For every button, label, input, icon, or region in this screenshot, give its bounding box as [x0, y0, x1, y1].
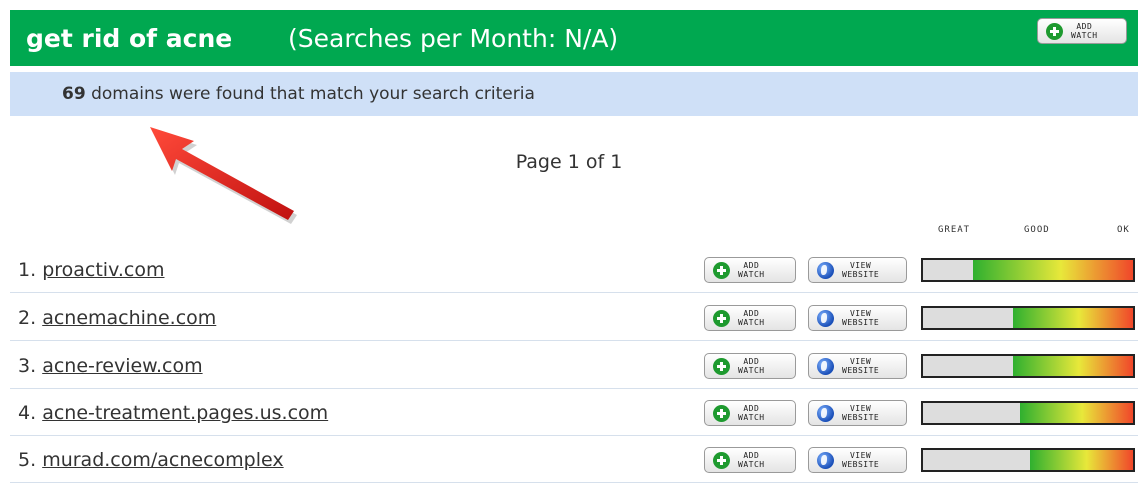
table-row: 1. proactiv.com ADD WATCH VIEW WEBSITE: [10, 246, 1138, 293]
add-label: ADD: [743, 357, 760, 366]
rating-meter-fill: [1013, 308, 1133, 328]
rating-meter: [921, 401, 1135, 425]
watch-label: WATCH: [738, 460, 765, 469]
rating-meter-fill: [1019, 403, 1133, 423]
add-watch-button[interactable]: ADD WATCH: [704, 257, 796, 283]
view-website-button[interactable]: VIEW WEBSITE: [808, 353, 907, 379]
keyword-title: get rid of acne: [26, 24, 233, 53]
header-add-watch-button[interactable]: ADD WATCH: [1037, 18, 1127, 44]
globe-icon: [817, 261, 834, 279]
rating-meter: [921, 258, 1135, 282]
plus-icon: [713, 451, 730, 469]
view-label: VIEW: [849, 451, 872, 460]
results-header: get rid of acne (Searches per Month: N/A…: [10, 10, 1138, 66]
rank-number: 4.: [18, 402, 37, 424]
table-row: 2. acnemachine.com ADD WATCH VIEW WEBSIT…: [10, 294, 1138, 341]
add-watch-button[interactable]: ADD WATCH: [704, 447, 796, 473]
add-watch-button[interactable]: ADD WATCH: [704, 353, 796, 379]
domain-link[interactable]: murad.com/acnecomplex: [42, 449, 283, 471]
plus-icon: [713, 404, 730, 422]
pagination-label: Page 1 of 1: [515, 151, 623, 173]
table-row: 3. acne-review.com ADD WATCH VIEW WEBSIT…: [10, 342, 1138, 389]
add-label: ADD: [1076, 22, 1093, 31]
rating-meter-fill: [973, 260, 1133, 280]
table-row: 5. murad.com/acnecomplex ADD WATCH VIEW …: [10, 436, 1138, 483]
table-row: 4. acne-treatment.pages.us.com ADD WATCH…: [10, 389, 1138, 436]
plus-icon: [713, 261, 730, 279]
summary-banner: 69 domains were found that match your se…: [10, 72, 1138, 116]
website-label: WEBSITE: [842, 318, 880, 327]
view-website-button[interactable]: VIEW WEBSITE: [808, 305, 907, 331]
legend-ok: OK: [1117, 225, 1130, 235]
add-label: ADD: [743, 451, 760, 460]
watch-label: WATCH: [738, 366, 765, 375]
watch-label: WATCH: [738, 270, 765, 279]
add-label: ADD: [743, 309, 760, 318]
legend-great: GREAT: [938, 225, 971, 235]
plus-icon: [1046, 22, 1063, 40]
rank-number: 5.: [18, 449, 37, 471]
globe-icon: [817, 451, 834, 469]
watch-label: WATCH: [1071, 31, 1098, 40]
add-label: ADD: [743, 261, 760, 270]
rank-number: 3.: [18, 355, 37, 377]
rank-number: 1.: [18, 259, 37, 281]
add-watch-button[interactable]: ADD WATCH: [704, 400, 796, 426]
rating-meter: [921, 354, 1135, 378]
domain-link[interactable]: acnemachine.com: [42, 307, 216, 329]
website-label: WEBSITE: [842, 413, 880, 422]
website-label: WEBSITE: [842, 460, 880, 469]
summary-text: domains were found that match your searc…: [91, 84, 535, 104]
watch-label: WATCH: [738, 413, 765, 422]
view-label: VIEW: [849, 357, 872, 366]
domain-count: 69: [62, 84, 86, 104]
view-label: VIEW: [849, 309, 872, 318]
globe-icon: [817, 357, 834, 375]
view-website-button[interactable]: VIEW WEBSITE: [808, 257, 907, 283]
domain-link[interactable]: acne-review.com: [42, 355, 202, 377]
add-label: ADD: [743, 404, 760, 413]
view-label: VIEW: [849, 261, 872, 270]
view-label: VIEW: [849, 404, 872, 413]
rating-meter-fill: [1030, 450, 1133, 470]
domain-link[interactable]: proactiv.com: [42, 259, 164, 281]
view-website-button[interactable]: VIEW WEBSITE: [808, 400, 907, 426]
view-website-button[interactable]: VIEW WEBSITE: [808, 447, 907, 473]
watch-label: WATCH: [738, 318, 765, 327]
website-label: WEBSITE: [842, 270, 880, 279]
plus-icon: [713, 357, 730, 375]
globe-icon: [817, 309, 834, 327]
rating-meter: [921, 306, 1135, 330]
rating-meter-fill: [1013, 356, 1133, 376]
rating-meter: [921, 448, 1135, 472]
domain-link[interactable]: acne-treatment.pages.us.com: [42, 402, 328, 424]
add-watch-button[interactable]: ADD WATCH: [704, 305, 796, 331]
plus-icon: [713, 309, 730, 327]
website-label: WEBSITE: [842, 366, 880, 375]
searches-per-month: (Searches per Month: N/A): [288, 24, 619, 53]
rank-number: 2.: [18, 307, 37, 329]
globe-icon: [817, 404, 834, 422]
legend-good: GOOD: [1024, 225, 1050, 235]
